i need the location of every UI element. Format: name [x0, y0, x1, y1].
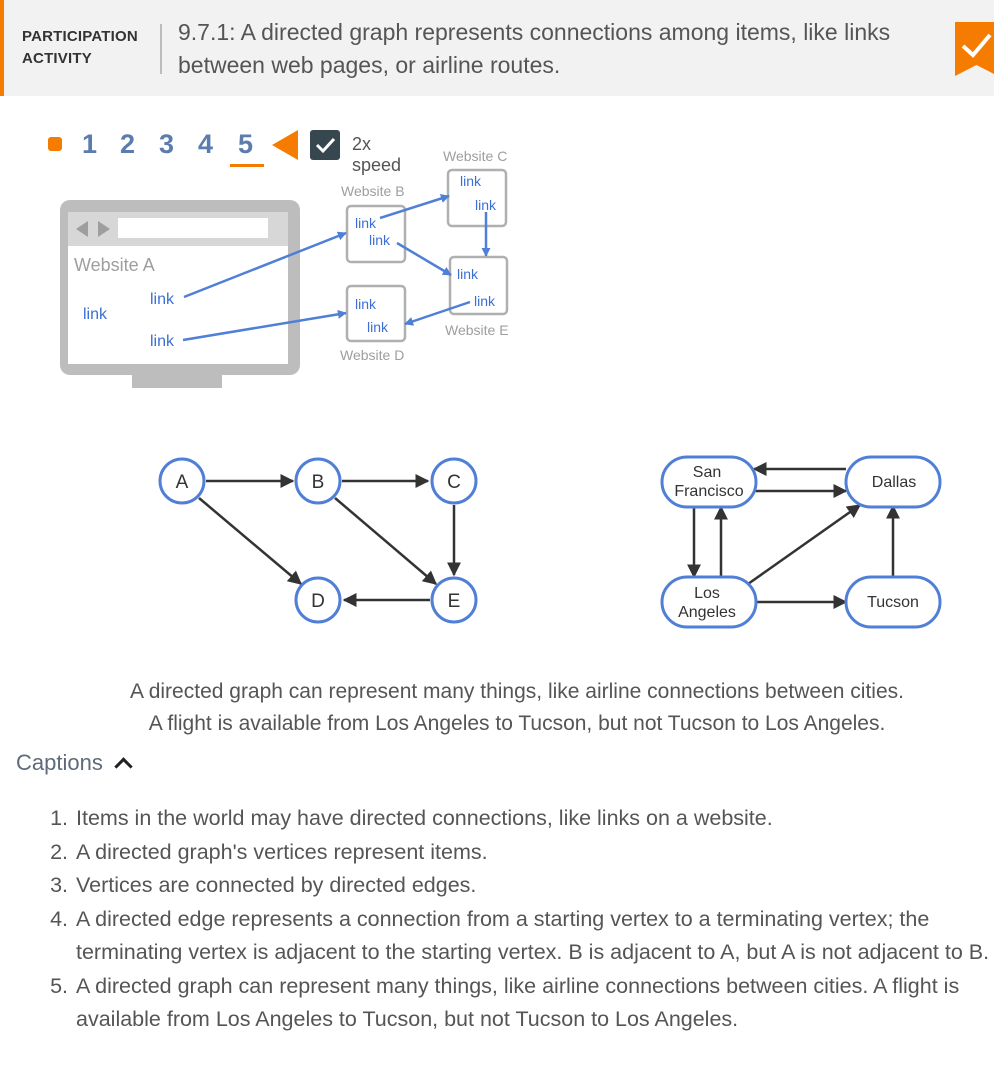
website-b-label: Website B [341, 183, 405, 199]
caption-item: Vertices are connected by directed edges… [74, 869, 994, 903]
website-b-link-2: link [369, 232, 391, 248]
caption-line-1: A directed graph can represent many thin… [130, 680, 904, 703]
website-d-link-1: link [355, 296, 377, 312]
captions-list: Items in the world may have directed con… [28, 802, 994, 1037]
sf-label-line2: Francisco [674, 483, 743, 500]
website-b-link-1: link [355, 215, 377, 231]
vertex-e-label: E [448, 591, 461, 612]
monitor-illustration [60, 200, 300, 388]
website-a-link-1: link [83, 306, 108, 323]
animation-caption: A directed graph can represent many thin… [0, 676, 994, 740]
tucson-label: Tucson [867, 594, 919, 611]
website-e-label: Website E [445, 322, 509, 338]
website-a-title: Website A [74, 255, 155, 275]
website-c-link-1: link [460, 173, 482, 189]
la-label-line2: Angeles [678, 604, 736, 621]
la-label-line1: Los [694, 585, 720, 602]
vertex-d-label: D [311, 591, 325, 612]
vertex-c-label: C [447, 472, 461, 493]
website-a-link-2: link [150, 291, 175, 308]
website-e-link-1: link [457, 266, 479, 282]
chevron-up-icon [114, 757, 133, 776]
website-c-label: Website C [443, 148, 507, 164]
caption-item: Items in the world may have directed con… [74, 802, 994, 836]
caption-item: A directed edge represents a connection … [74, 903, 994, 970]
captions-toggle[interactable]: Captions [16, 750, 133, 776]
website-a-link-3: link [150, 333, 175, 350]
dallas-label: Dallas [872, 474, 916, 491]
animation-canvas: Website A link link link Website B Websi… [60, 148, 942, 629]
website-c-link-2: link [475, 197, 497, 213]
caption-item: A directed graph can represent many thin… [74, 970, 994, 1037]
website-d-link-2: link [367, 319, 389, 335]
caption-item: A directed graph's vertices represent it… [74, 836, 994, 870]
caption-line-2: A flight is available from Los Angeles t… [148, 712, 886, 735]
website-d-label: Website D [340, 347, 404, 363]
website-e-link-2: link [474, 293, 496, 309]
vertex-a-label: A [176, 472, 189, 493]
captions-toggle-label: Captions [16, 750, 103, 775]
vertex-b-label: B [312, 472, 325, 493]
sf-label-line1: San [693, 464, 721, 481]
